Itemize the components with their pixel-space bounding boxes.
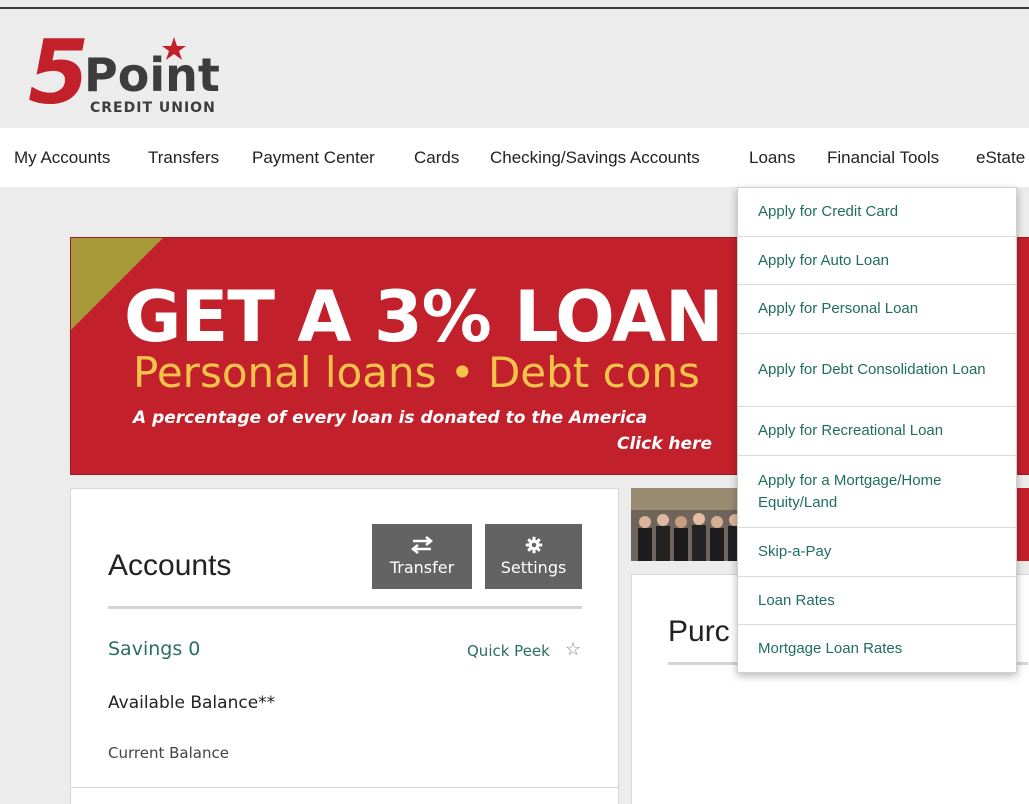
menu-loan-rates[interactable]: Loan Rates (738, 577, 1016, 625)
banner-cta-link[interactable]: Click here (617, 434, 712, 454)
five-point-logo[interactable]: 5 Point CREDIT UNION (28, 29, 248, 129)
nav-cards[interactable]: Cards (414, 128, 459, 187)
row-divider (71, 787, 618, 788)
logo-numeral: 5 (28, 29, 89, 124)
accounts-title: Accounts (108, 549, 232, 582)
current-balance-label: Current Balance (108, 744, 229, 762)
staff-photo-image (631, 488, 751, 561)
nav-estatements[interactable]: eState (976, 128, 1025, 187)
favorite-star-icon[interactable]: ☆ (565, 639, 581, 660)
nav-financial-tools[interactable]: Financial Tools (827, 128, 939, 187)
settings-label: Settings (500, 558, 567, 577)
quick-peek-link[interactable]: Quick Peek (467, 642, 550, 660)
gear-icon (525, 536, 542, 554)
menu-mortgage-loan-rates[interactable]: Mortgage Loan Rates (738, 625, 1016, 673)
purchase-title: Purc (668, 615, 730, 648)
accounts-card: Accounts Transfer Settings Savings 0 Qui… (70, 488, 619, 804)
savings-account-link[interactable]: Savings 0 (108, 638, 200, 660)
available-balance-label: Available Balance** (108, 693, 276, 713)
menu-apply-auto-loan[interactable]: Apply for Auto Loan (738, 237, 1016, 285)
nav-transfers[interactable]: Transfers (148, 128, 219, 187)
logo-word: Point (84, 48, 220, 102)
main-navigation: My Accounts Transfers Payment Center Car… (0, 128, 1029, 187)
menu-apply-credit-card[interactable]: Apply for Credit Card (738, 188, 1016, 237)
nav-loans[interactable]: Loans (749, 128, 795, 187)
loans-dropdown-menu: Apply for Credit Card Apply for Auto Loa… (737, 187, 1017, 673)
nav-checking-savings[interactable]: Checking/Savings Accounts (490, 128, 700, 187)
site-header: 5 Point CREDIT UNION (0, 9, 1029, 128)
accounts-divider (108, 606, 582, 609)
banner-headline: GET A 3% LOAN (124, 276, 724, 358)
nav-payment-center[interactable]: Payment Center (252, 128, 375, 187)
menu-apply-recreational-loan[interactable]: Apply for Recreational Loan (738, 407, 1016, 456)
menu-apply-debt-consolidation-loan[interactable]: Apply for Debt Consolidation Loan (738, 334, 1016, 407)
transfer-button[interactable]: Transfer (372, 524, 472, 589)
transfer-arrows-icon (410, 536, 434, 554)
logo-tagline: CREDIT UNION (90, 100, 216, 116)
banner-note: A percentage of every loan is donated to… (133, 408, 648, 428)
settings-button[interactable]: Settings (485, 524, 582, 589)
menu-apply-mortgage-home-equity[interactable]: Apply for a Mortgage/Home Equity/Land (738, 456, 1016, 528)
nav-my-accounts[interactable]: My Accounts (14, 128, 110, 187)
transfer-label: Transfer (389, 558, 455, 577)
menu-skip-a-pay[interactable]: Skip-a-Pay (738, 528, 1016, 577)
menu-apply-personal-loan[interactable]: Apply for Personal Loan (738, 285, 1016, 334)
banner-subhead: Personal loans • Debt cons (133, 348, 700, 397)
staff-photo[interactable] (631, 488, 751, 561)
